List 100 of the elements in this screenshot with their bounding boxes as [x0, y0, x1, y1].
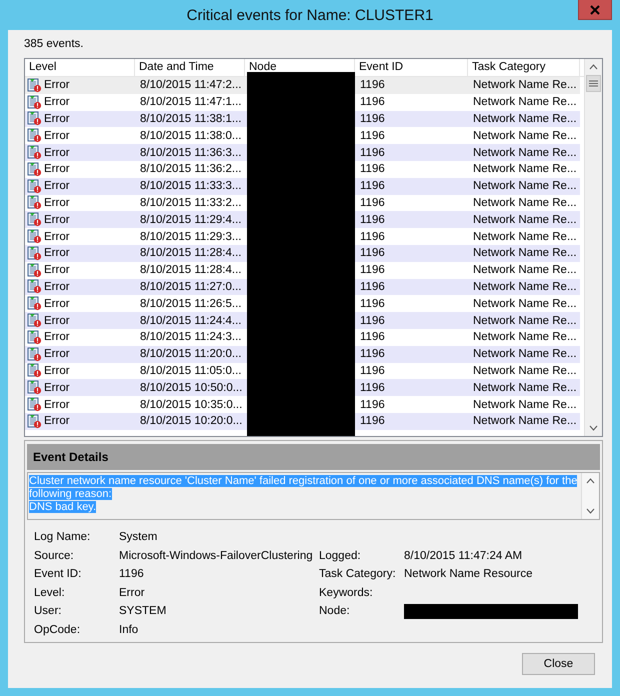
- date-cell: 8/10/2015 10:50:0...: [140, 382, 242, 394]
- level-cell: Error: [44, 196, 70, 209]
- date-cell: 8/10/2015 11:29:4...: [140, 214, 242, 226]
- field-value: System: [119, 530, 158, 545]
- date-cell: 8/10/2015 11:47:2...: [140, 79, 242, 92]
- close-dialog-button[interactable]: Close: [522, 653, 595, 675]
- date-cell: 8/10/2015 10:35:0...: [140, 398, 242, 411]
- field-value: Network Name Resource: [404, 567, 534, 582]
- task-category-cell: Network Name Re...: [473, 348, 577, 360]
- task-category-cell: Network Name Re...: [473, 196, 577, 209]
- level-cell: Error: [44, 130, 70, 142]
- level-cell: Error: [44, 112, 70, 125]
- field-label: Level:: [34, 586, 66, 601]
- task-category-cell: Network Name Re...: [473, 264, 577, 276]
- column-header[interactable]: Date and Time: [135, 59, 245, 76]
- event-id-cell: 1196: [360, 314, 385, 327]
- date-cell: 8/10/2015 11:36:3...: [140, 146, 242, 159]
- field-value: Error: [119, 586, 146, 601]
- scrollbar[interactable]: [581, 473, 599, 519]
- field-label: Logged:: [319, 548, 362, 564]
- date-cell: 8/10/2015 11:36:2...: [140, 163, 242, 176]
- event-id-cell: 1196: [360, 247, 385, 260]
- date-cell: 8/10/2015 11:47:1...: [140, 96, 242, 108]
- level-cell: Error: [44, 298, 70, 310]
- field-value: SYSTEM: [119, 604, 168, 620]
- level-cell: Error: [44, 364, 70, 377]
- date-cell: 8/10/2015 11:29:3...: [140, 230, 242, 243]
- event-id-cell: 1196: [360, 230, 385, 243]
- window-title: Critical events for Name: CLUSTER1: [186, 6, 434, 24]
- description-text: Cluster network name resource 'Cluster Name' failed registration of one or more associated DNS name(s) for the following reason: DNS bad key.: [28, 474, 578, 515]
- date-cell: 8/10/2015 10:20:0...: [140, 415, 242, 428]
- task-category-cell: Network Name Re...: [473, 298, 577, 310]
- task-category-cell: Network Name Re...: [473, 364, 577, 377]
- level-cell: Error: [44, 247, 70, 260]
- field-label: OpCode:: [34, 622, 82, 638]
- date-cell: 8/10/2015 11:38:1...: [140, 112, 242, 125]
- date-cell: 8/10/2015 11:24:3...: [140, 331, 242, 344]
- date-cell: 8/10/2015 11:38:0...: [140, 130, 242, 142]
- error-log-icon: [27, 78, 42, 93]
- date-cell: 8/10/2015 11:20:0...: [140, 348, 242, 360]
- task-category-cell: Network Name Re...: [473, 214, 577, 226]
- task-category-cell: Network Name Re...: [473, 247, 577, 260]
- date-cell: 8/10/2015 11:27:0...: [140, 280, 242, 293]
- event-id-cell: 1196: [360, 364, 385, 377]
- task-category-cell: Network Name Re...: [473, 79, 577, 92]
- event-id-cell: 1196: [360, 96, 385, 108]
- event-id-cell: 1196: [360, 264, 385, 276]
- field-value: 1196: [119, 567, 145, 582]
- field-label: Keywords:: [319, 586, 374, 601]
- field-label: User:: [34, 604, 62, 620]
- task-category-cell: Network Name Re...: [473, 331, 577, 344]
- level-cell: Error: [44, 79, 70, 92]
- level-cell: Error: [44, 348, 70, 360]
- level-cell: Error: [44, 331, 70, 344]
- date-cell: 8/10/2015 11:28:4...: [140, 264, 242, 276]
- level-cell: Error: [44, 314, 70, 327]
- event-count: 385 events.: [24, 38, 84, 52]
- task-category-cell: Network Name Re...: [473, 398, 577, 411]
- level-cell: Error: [44, 96, 70, 108]
- column-header[interactable]: Level: [25, 59, 135, 76]
- field-label: Event ID:: [34, 567, 82, 582]
- field-label: Source:: [34, 548, 75, 564]
- field-label: Task Category:: [319, 567, 397, 582]
- date-cell: 8/10/2015 11:05:0...: [140, 364, 242, 377]
- level-cell: Error: [44, 146, 70, 159]
- level-cell: Error: [44, 280, 70, 293]
- task-category-cell: Network Name Re...: [473, 130, 577, 142]
- event-id-cell: 1196: [360, 382, 385, 394]
- scroll-thumb[interactable]: [586, 75, 601, 92]
- task-category-cell: Network Name Re...: [473, 382, 577, 394]
- field-label: Node:: [319, 604, 351, 620]
- event-id-cell: 1196: [360, 196, 385, 209]
- column-header[interactable]: Task Category: [468, 59, 580, 76]
- field-value: 8/10/2015 11:47:24 AM: [404, 548, 524, 564]
- task-category-cell: Network Name Re...: [473, 180, 577, 192]
- section-header: Event Details: [27, 444, 600, 470]
- scrollbar[interactable]: [584, 59, 602, 436]
- level-cell: Error: [44, 214, 70, 226]
- level-cell: Error: [44, 415, 70, 428]
- event-id-cell: 1196: [360, 298, 385, 310]
- event-id-cell: 1196: [360, 146, 385, 159]
- date-cell: 8/10/2015 11:26:5...: [140, 298, 242, 310]
- event-id-cell: 1196: [360, 280, 385, 293]
- date-cell: 8/10/2015 11:33:3...: [140, 180, 242, 192]
- event-id-cell: 1196: [360, 214, 385, 226]
- date-cell: 8/10/2015 11:24:4...: [140, 314, 242, 327]
- task-category-cell: Network Name Re...: [473, 280, 577, 293]
- close-button[interactable]: [578, 0, 612, 20]
- field-value: Microsoft-Windows-FailoverClustering: [119, 548, 314, 564]
- date-cell: 8/10/2015 11:33:2...: [140, 196, 242, 209]
- event-id-cell: 1196: [360, 331, 385, 344]
- task-category-cell: Network Name Re...: [473, 314, 577, 327]
- event-id-cell: 1196: [360, 348, 385, 360]
- task-category-cell: Network Name Re...: [473, 230, 577, 243]
- event-id-cell: 1196: [360, 398, 385, 411]
- level-cell: Error: [44, 180, 70, 192]
- event-id-cell: 1196: [360, 79, 385, 92]
- event-id-cell: 1196: [360, 180, 385, 192]
- event-id-cell: 1196: [360, 130, 385, 142]
- grip-icon: [589, 80, 598, 87]
